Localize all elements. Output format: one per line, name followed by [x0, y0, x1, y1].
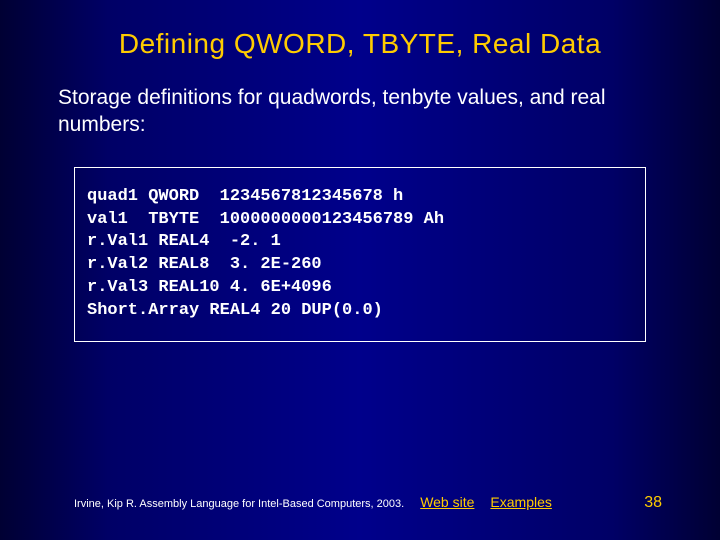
code-line: r.Val1 REAL4 -2. 1 — [87, 232, 281, 251]
footer: Irvine, Kip R. Assembly Language for Int… — [0, 494, 720, 512]
code-line: r.Val3 REAL10 4. 6E+4096 — [87, 278, 332, 297]
slide-title: Defining QWORD, TBYTE, Real Data — [0, 0, 720, 84]
code-line: quad1 QWORD 1234567812345678 h — [87, 187, 403, 206]
code-line: val1 TBYTE 1000000000123456789 Ah — [87, 210, 444, 229]
examples-link[interactable]: Examples — [490, 494, 551, 510]
page-number: 38 — [644, 494, 662, 512]
slide-body: Storage definitions for quadwords, tenby… — [0, 84, 720, 139]
citation-text: Irvine, Kip R. Assembly Language for Int… — [74, 498, 404, 510]
code-line: r.Val2 REAL8 3. 2E-260 — [87, 255, 322, 274]
code-block: quad1 QWORD 1234567812345678 h val1 TBYT… — [74, 167, 646, 343]
code-line: Short.Array REAL4 20 DUP(0.0) — [87, 301, 383, 320]
web-site-link[interactable]: Web site — [420, 494, 474, 510]
